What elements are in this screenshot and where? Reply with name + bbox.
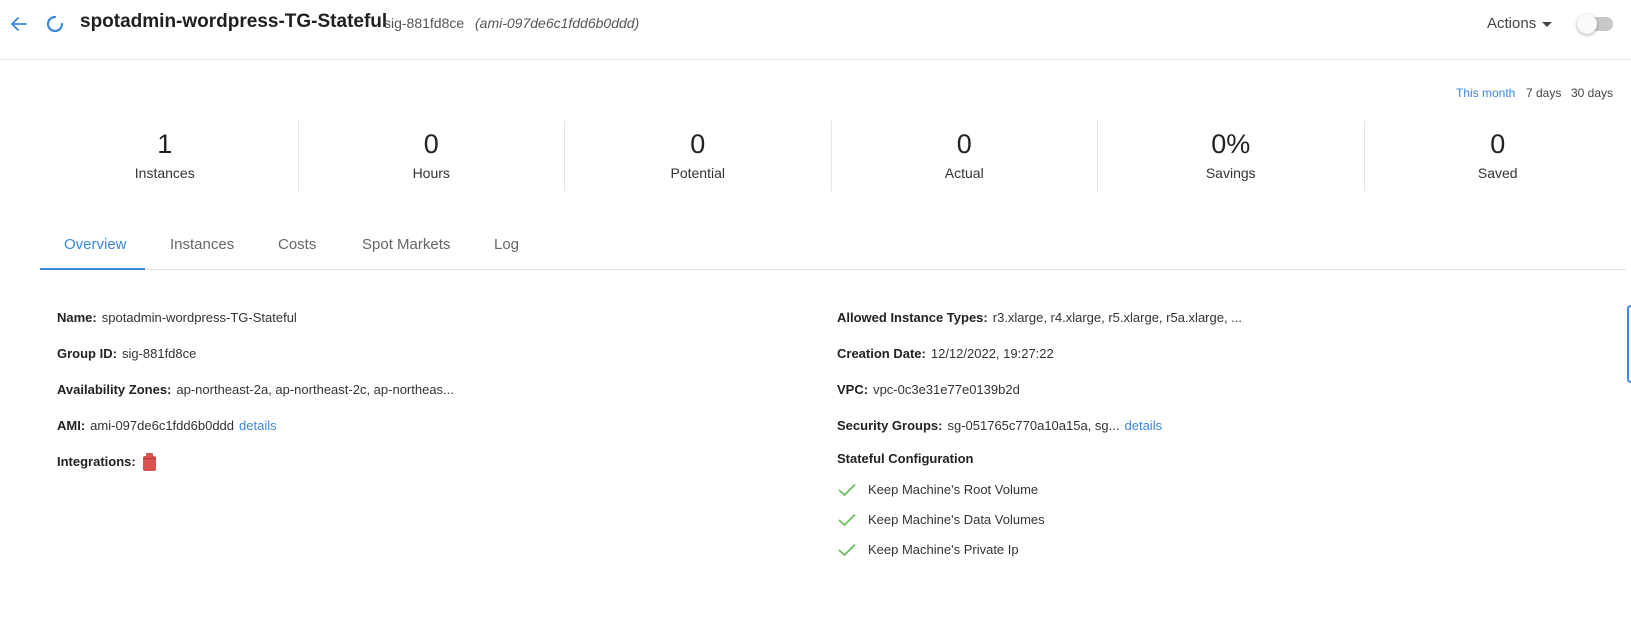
stat-value: 0%	[1211, 129, 1251, 159]
field-value: 12/12/2022, 19:27:22	[930, 346, 1054, 361]
caret-down-icon	[1542, 22, 1553, 27]
stat-potential: 0 Potential	[565, 121, 832, 191]
field-label: Allowed Instance Types:	[837, 310, 988, 325]
check-icon	[838, 543, 856, 556]
back-arrow-icon[interactable]	[9, 14, 29, 34]
ami-details-link[interactable]: details	[239, 418, 277, 433]
stateful-item-label: Keep Machine's Root Volume	[868, 482, 1039, 497]
field-integrations: Integrations:	[57, 454, 141, 469]
range-this-month[interactable]: This month	[1456, 86, 1515, 100]
field-availability-zones: Availability Zones: ap-northeast-2a, ap-n…	[57, 382, 454, 397]
stats-bar: 1 Instances 0 Hours 0 Potential 0 Actual…	[32, 121, 1631, 191]
field-label: Availability Zones:	[57, 382, 172, 397]
field-value: ami-097de6c1fdd6b0ddd	[90, 418, 235, 433]
stat-hours: 0 Hours	[299, 121, 565, 191]
stat-label: Instances	[134, 165, 195, 181]
field-label: Name:	[57, 310, 97, 325]
tab-overview[interactable]: Overview	[64, 236, 127, 253]
stat-value: 0	[423, 129, 439, 159]
tab-spot-markets[interactable]: Spot Markets	[362, 236, 450, 253]
toggle-knob[interactable]	[1577, 14, 1597, 34]
tab-log[interactable]: Log	[494, 236, 519, 253]
field-label: AMI:	[57, 418, 86, 433]
stat-label: Potential	[670, 165, 725, 181]
range-7-days[interactable]: 7 days	[1526, 86, 1561, 100]
field-value: sg-051765c770a10a15a, sg...	[947, 418, 1120, 433]
field-value: sig-881fd8ce	[121, 346, 197, 361]
tab-instances[interactable]: Instances	[170, 236, 234, 253]
stateful-item-label: Keep Machine's Private Ip	[868, 542, 1019, 557]
actions-label: Actions	[1487, 15, 1537, 32]
stateful-item-root-volume: Keep Machine's Root Volume	[838, 482, 1038, 497]
field-vpc: VPC: vpc-0c3e31e77e0139b2d	[837, 382, 1020, 397]
security-groups-details-link[interactable]: details	[1125, 418, 1163, 433]
stateful-item-data-volumes: Keep Machine's Data Volumes	[838, 512, 1045, 527]
tab-costs[interactable]: Costs	[278, 236, 316, 253]
stateful-configuration-title: Stateful Configuration	[837, 451, 974, 466]
field-allowed-instance-types: Allowed Instance Types: r3.xlarge, r4.xla…	[837, 310, 1242, 325]
stateful-item-label: Keep Machine's Data Volumes	[868, 512, 1045, 527]
field-ami: AMI: ami-097de6c1fdd6b0ddd details	[57, 418, 277, 433]
side-panel-handle[interactable]	[1627, 305, 1631, 383]
stat-value: 0	[956, 129, 972, 159]
page-header: spotadmin-wordpress-TG-Stateful sig-881f…	[0, 0, 1631, 60]
page-title: spotadmin-wordpress-TG-Stateful	[80, 11, 388, 32]
group-id-label: sig-881fd8ce	[384, 15, 465, 31]
stat-label: Savings	[1205, 165, 1256, 181]
active-tab-indicator	[40, 268, 145, 270]
field-label: VPC:	[837, 382, 869, 397]
stat-savings: 0% Savings	[1098, 121, 1365, 191]
field-label: Group ID:	[57, 346, 117, 361]
stat-label: Saved	[1477, 165, 1518, 181]
field-label: Security Groups:	[837, 418, 943, 433]
stateful-item-private-ip: Keep Machine's Private Ip	[838, 542, 1019, 557]
stat-actual: 0 Actual	[832, 121, 1098, 191]
stat-label: Hours	[412, 165, 450, 181]
actions-dropdown[interactable]: Actions	[1487, 15, 1553, 32]
field-label: Integrations:	[57, 454, 136, 469]
field-value: spotadmin-wordpress-TG-Stateful	[101, 310, 297, 325]
field-label: Creation Date:	[837, 346, 926, 361]
group-toggle[interactable]	[1577, 14, 1613, 34]
range-30-days[interactable]: 30 days	[1571, 86, 1613, 100]
field-value: ap-northeast-2a, ap-northeast-2c, ap-nor…	[176, 382, 454, 397]
field-creation-date: Creation Date: 12/12/2022, 19:27:22	[837, 346, 1054, 361]
stat-instances: 1 Instances	[32, 121, 299, 191]
loading-spinner-icon	[46, 15, 64, 33]
integration-icon[interactable]	[142, 453, 157, 471]
field-value: r3.xlarge, r4.xlarge, r5.xlarge, r5a.xla…	[992, 310, 1243, 325]
ami-id-label: (ami-097de6c1fdd6b0ddd)	[475, 15, 640, 31]
field-value: vpc-0c3e31e77e0139b2d	[873, 382, 1020, 397]
stat-saved: 0 Saved	[1365, 121, 1631, 191]
field-security-groups: Security Groups: sg-051765c770a10a15a, sg…	[837, 418, 1162, 433]
field-group-id: Group ID: sig-881fd8ce	[57, 346, 196, 361]
stat-label: Actual	[944, 165, 984, 181]
stat-value: 0	[690, 129, 706, 159]
field-name: Name: spotadmin-wordpress-TG-Stateful	[57, 310, 297, 325]
check-icon	[838, 483, 856, 496]
check-icon	[838, 513, 856, 526]
stat-value: 1	[157, 129, 173, 159]
tab-bar: Overview Instances Costs Spot Markets Lo…	[40, 222, 1626, 270]
stat-value: 0	[1490, 129, 1506, 159]
